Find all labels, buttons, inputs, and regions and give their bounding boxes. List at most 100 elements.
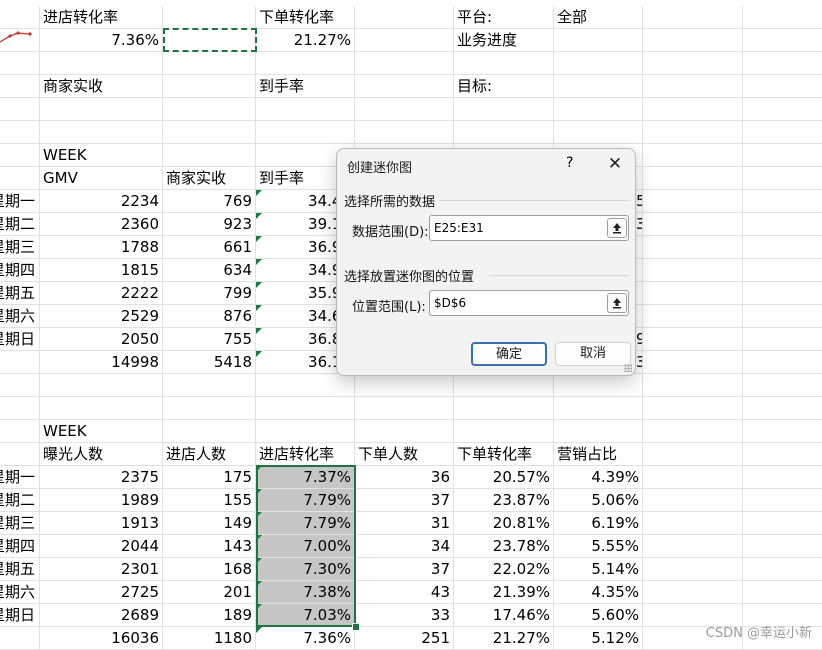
- sheet-cell[interactable]: 23.78%: [454, 535, 554, 558]
- sheet-cell[interactable]: [743, 466, 822, 489]
- sheet-cell[interactable]: [743, 144, 822, 167]
- sheet-cell[interactable]: [743, 420, 822, 443]
- sheet-cell[interactable]: [743, 535, 822, 558]
- sheet-cell[interactable]: [743, 351, 822, 374]
- collapse-arrow-icon[interactable]: [607, 293, 627, 313]
- sheet-cell[interactable]: [40, 98, 163, 121]
- sheet-cell[interactable]: 2301: [40, 558, 163, 581]
- sheet-cell[interactable]: 17.46%: [454, 604, 554, 627]
- sheet-cell[interactable]: [355, 29, 454, 52]
- sheet-cell[interactable]: 799: [163, 282, 256, 305]
- sheet-cell[interactable]: 5.12%: [554, 627, 643, 650]
- sheet-cell[interactable]: [743, 52, 822, 75]
- row-label-cell[interactable]: 星期四: [0, 259, 40, 282]
- sheet-cell[interactable]: 21.27%: [454, 627, 554, 650]
- row-label-cell[interactable]: [0, 6, 40, 29]
- sheet-cell[interactable]: [643, 535, 743, 558]
- sheet-cell[interactable]: [643, 29, 743, 52]
- sheet-cell[interactable]: [643, 328, 743, 351]
- sheet-cell[interactable]: 37: [355, 558, 454, 581]
- cancel-button[interactable]: 取消: [555, 342, 631, 366]
- sheet-cell[interactable]: [643, 512, 743, 535]
- sheet-cell[interactable]: [454, 52, 554, 75]
- sheet-cell[interactable]: 下单人数: [355, 443, 454, 466]
- sheet-cell[interactable]: [743, 489, 822, 512]
- sheet-cell[interactable]: [743, 98, 822, 121]
- sheet-cell[interactable]: [554, 121, 643, 144]
- row-label-cell[interactable]: 星期六: [0, 581, 40, 604]
- sheet-cell[interactable]: [643, 581, 743, 604]
- sheet-cell[interactable]: [355, 420, 454, 443]
- row-label-cell[interactable]: 星期一: [0, 190, 40, 213]
- sheet-cell[interactable]: 251: [355, 627, 454, 650]
- sheet-cell[interactable]: [40, 397, 163, 420]
- sheet-cell[interactable]: [643, 259, 743, 282]
- row-label-cell[interactable]: 星期日: [0, 604, 40, 627]
- sheet-cell[interactable]: GMV: [40, 167, 163, 190]
- sheet-cell[interactable]: 曝光人数: [40, 443, 163, 466]
- sheet-cell[interactable]: 下单转化率: [256, 6, 355, 29]
- sheet-cell[interactable]: 2360: [40, 213, 163, 236]
- sheet-cell[interactable]: [643, 98, 743, 121]
- sheet-cell[interactable]: 5.55%: [554, 535, 643, 558]
- sheet-cell[interactable]: [743, 374, 822, 397]
- sheet-cell[interactable]: 7.36%: [256, 627, 355, 650]
- sheet-cell[interactable]: [554, 52, 643, 75]
- sheet-cell[interactable]: [355, 374, 454, 397]
- sheet-cell[interactable]: 5.06%: [554, 489, 643, 512]
- sheet-cell[interactable]: [643, 466, 743, 489]
- sheet-cell[interactable]: 业务进度: [454, 29, 554, 52]
- sheet-cell[interactable]: [163, 121, 256, 144]
- sheet-cell[interactable]: 7.36%: [40, 29, 163, 52]
- sheet-cell[interactable]: [554, 98, 643, 121]
- sheet-cell[interactable]: [40, 52, 163, 75]
- sheet-cell[interactable]: 1788: [40, 236, 163, 259]
- sheet-cell[interactable]: 2725: [40, 581, 163, 604]
- sheet-cell[interactable]: 7.03%: [256, 604, 355, 627]
- sheet-cell[interactable]: 7.79%: [256, 489, 355, 512]
- row-label-cell[interactable]: [0, 397, 40, 420]
- sheet-cell[interactable]: 923: [163, 213, 256, 236]
- sheet-cell[interactable]: [40, 374, 163, 397]
- row-label-cell[interactable]: [0, 52, 40, 75]
- help-icon[interactable]: ?: [566, 155, 573, 171]
- sheet-cell[interactable]: 商家实收: [40, 75, 163, 98]
- sheet-cell[interactable]: 6.19%: [554, 512, 643, 535]
- sheet-cell[interactable]: [355, 6, 454, 29]
- sheet-cell[interactable]: [163, 374, 256, 397]
- sheet-cell[interactable]: [163, 420, 256, 443]
- sheet-cell[interactable]: 20.81%: [454, 512, 554, 535]
- row-label-cell[interactable]: [0, 167, 40, 190]
- sheet-cell[interactable]: [743, 397, 822, 420]
- sheet-cell[interactable]: [40, 121, 163, 144]
- sheet-cell[interactable]: [554, 397, 643, 420]
- row-label-cell[interactable]: [0, 443, 40, 466]
- sheet-cell[interactable]: [643, 6, 743, 29]
- sheet-cell[interactable]: [743, 305, 822, 328]
- row-label-cell[interactable]: [0, 75, 40, 98]
- sheet-cell[interactable]: [256, 374, 355, 397]
- sheet-cell[interactable]: [454, 374, 554, 397]
- sheet-cell[interactable]: [163, 397, 256, 420]
- sheet-cell[interactable]: [643, 167, 743, 190]
- row-label-cell[interactable]: [0, 420, 40, 443]
- sheet-cell[interactable]: 2234: [40, 190, 163, 213]
- sheet-cell[interactable]: 201: [163, 581, 256, 604]
- sheet-cell[interactable]: [554, 29, 643, 52]
- sheet-cell[interactable]: [643, 420, 743, 443]
- sheet-cell[interactable]: [163, 52, 256, 75]
- sheet-cell[interactable]: [454, 98, 554, 121]
- location-range-input[interactable]: [429, 290, 629, 316]
- sheet-cell[interactable]: 商家实收: [163, 167, 256, 190]
- data-range-input[interactable]: [429, 215, 629, 241]
- ok-button[interactable]: 确定: [471, 342, 547, 366]
- sheet-cell[interactable]: [355, 75, 454, 98]
- sheet-cell[interactable]: [256, 121, 355, 144]
- sheet-cell[interactable]: [355, 121, 454, 144]
- row-label-cell[interactable]: 星期三: [0, 512, 40, 535]
- sheet-cell[interactable]: [743, 29, 822, 52]
- sheet-cell[interactable]: [256, 52, 355, 75]
- sheet-cell[interactable]: 37: [355, 489, 454, 512]
- close-icon[interactable]: ✕: [599, 151, 631, 177]
- sheet-cell[interactable]: 1989: [40, 489, 163, 512]
